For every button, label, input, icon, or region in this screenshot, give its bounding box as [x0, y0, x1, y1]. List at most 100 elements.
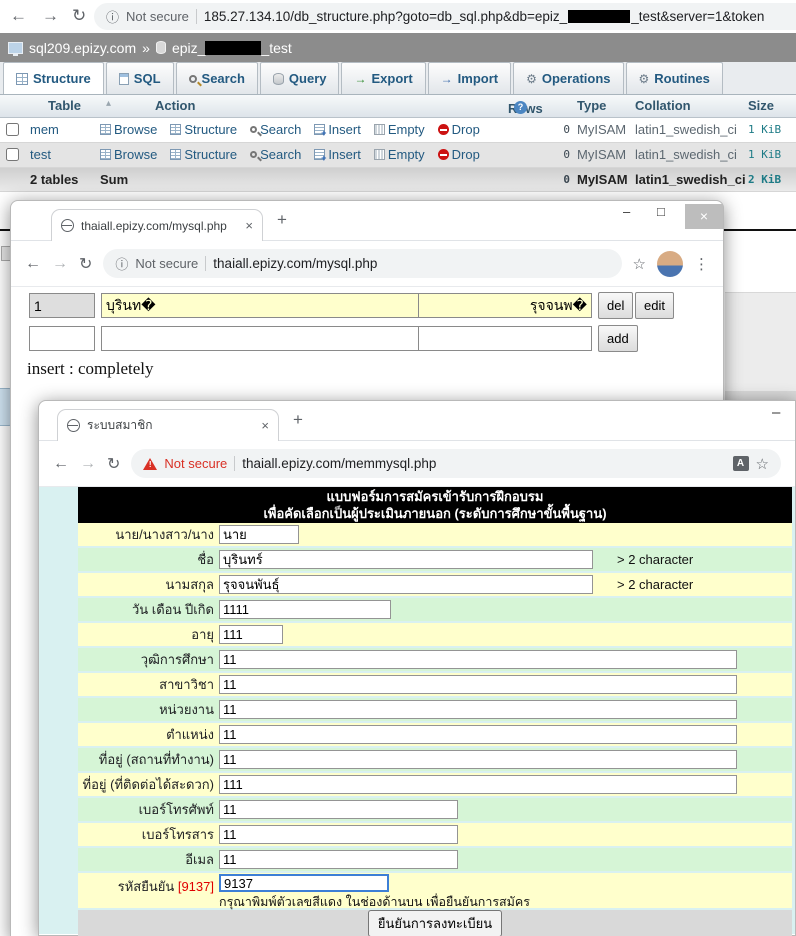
edit-button[interactable]: edit — [635, 292, 674, 319]
maximize-button[interactable]: □ — [657, 204, 665, 219]
empty-link[interactable]: Empty — [374, 122, 425, 137]
forward-icon[interactable]: → — [52, 255, 68, 273]
main-address-bar[interactable]: ⓘ Not secure 185.27.134.10/db_structure.… — [94, 3, 796, 30]
close-button[interactable]: × — [685, 204, 723, 229]
table-name-link[interactable]: mem — [30, 122, 59, 137]
work-address-field[interactable] — [219, 750, 737, 769]
empty-link[interactable]: Empty — [374, 147, 425, 162]
first-name-field[interactable] — [219, 550, 593, 569]
first-name-field[interactable] — [101, 293, 419, 318]
col-size[interactable]: Size — [748, 98, 774, 113]
minimize-button[interactable]: – — [623, 204, 630, 219]
address-bar[interactable]: Not secure thaiall.epizy.com/memmysql.ph… — [131, 449, 781, 478]
menu-icon[interactable]: ⋮ — [694, 255, 709, 273]
submit-button[interactable]: ยืนยันการลงทะเบียน — [368, 910, 502, 936]
add-button[interactable]: add — [598, 325, 638, 352]
major-field[interactable] — [219, 675, 737, 694]
info-icon[interactable]: ⓘ — [115, 254, 128, 273]
tab-sql[interactable]: SQL — [106, 62, 174, 94]
contact-address-field[interactable] — [219, 775, 737, 794]
new-first-name-field[interactable] — [101, 326, 419, 351]
routines-icon: ⚙ — [639, 73, 650, 85]
reload-icon[interactable]: ↻ — [72, 5, 86, 27]
new-last-name-field[interactable] — [418, 326, 592, 351]
organization-field[interactable] — [219, 700, 737, 719]
email-field[interactable] — [219, 850, 458, 869]
profile-avatar[interactable] — [657, 251, 683, 277]
title-field[interactable] — [219, 525, 299, 544]
col-collation[interactable]: Collation — [635, 98, 691, 113]
tab-query[interactable]: Query — [260, 62, 340, 94]
tab-operations[interactable]: ⚙Operations — [513, 62, 623, 94]
globe-icon — [67, 419, 80, 432]
drop-link[interactable]: Drop — [438, 147, 480, 162]
search-link[interactable]: Search — [250, 122, 301, 137]
bookmark-star-icon[interactable]: ☆ — [633, 255, 646, 273]
table-row: test Browse Structure Search Insert Empt… — [0, 143, 796, 168]
search-icon — [250, 151, 257, 158]
browser-tab[interactable]: thaiall.epizy.com/mysql.php × — [51, 209, 263, 241]
row-collation: latin1_swedish_ci — [635, 147, 737, 162]
record-id-field[interactable] — [29, 293, 95, 318]
insert-icon — [314, 124, 325, 135]
row-checkbox[interactable] — [6, 148, 19, 161]
position-field[interactable] — [219, 725, 737, 744]
last-name-field[interactable] — [418, 293, 592, 318]
breadcrumb-database[interactable]: epiz__test — [172, 40, 292, 56]
captcha-field[interactable] — [219, 874, 389, 892]
help-icon[interactable]: ? — [514, 101, 527, 114]
col-type[interactable]: Type — [577, 98, 606, 113]
tab-routines[interactable]: ⚙Routines — [626, 62, 723, 94]
info-icon[interactable]: ⓘ — [106, 7, 119, 26]
col-table[interactable]: Table — [48, 98, 81, 113]
minimize-button[interactable]: – — [772, 404, 780, 421]
warning-icon[interactable] — [143, 458, 157, 470]
birthdate-field[interactable] — [219, 600, 391, 619]
translate-icon[interactable]: A — [733, 456, 749, 471]
insert-link[interactable]: Insert — [314, 122, 361, 137]
row-checkbox[interactable] — [6, 123, 19, 136]
redaction-box — [205, 41, 261, 55]
forward-icon[interactable]: → — [80, 455, 96, 473]
del-button[interactable]: del — [598, 292, 633, 319]
tab-structure[interactable]: Structure — [3, 62, 104, 94]
reload-icon[interactable]: ↻ — [107, 454, 120, 474]
empty-icon — [374, 149, 385, 160]
age-field[interactable] — [219, 625, 283, 644]
page-content: แบบฟอร์มการสมัครเข้ารับการฝึกอบรม เพื่อค… — [39, 487, 795, 934]
insert-link[interactable]: Insert — [314, 147, 361, 162]
row-size: 1 KiB — [748, 148, 781, 161]
browser-toolbar: ← → ↻ ⓘ Not secure thaiall.epizy.com/mys… — [11, 241, 723, 287]
search-link[interactable]: Search — [250, 147, 301, 162]
breadcrumb-server[interactable]: sql209.epizy.com — [29, 40, 136, 56]
phone-field[interactable] — [219, 800, 458, 819]
tab-close-icon[interactable]: × — [245, 218, 253, 233]
new-id-field[interactable] — [29, 326, 95, 351]
structure-link[interactable]: Structure — [170, 122, 237, 137]
tab-search[interactable]: Search — [176, 62, 258, 94]
bookmark-star-icon[interactable]: ☆ — [756, 455, 769, 473]
table-name-link[interactable]: test — [30, 147, 51, 162]
field-label: ที่อยู่ (ที่ติดต่อได้สะดวก) — [78, 778, 219, 792]
browse-link[interactable]: Browse — [100, 122, 157, 137]
browse-link[interactable]: Browse — [100, 147, 157, 162]
tab-import[interactable]: →Import — [428, 62, 511, 94]
tab-close-icon[interactable]: × — [261, 418, 269, 433]
new-tab-button[interactable]: + — [277, 210, 287, 230]
back-icon[interactable]: ← — [53, 455, 69, 473]
last-name-field[interactable] — [219, 575, 593, 594]
forward-icon[interactable]: → — [42, 5, 59, 27]
drop-link[interactable]: Drop — [438, 122, 480, 137]
fax-field[interactable] — [219, 825, 458, 844]
address-bar[interactable]: ⓘ Not secure thaiall.epizy.com/mysql.php — [103, 249, 621, 278]
structure-link[interactable]: Structure — [170, 147, 237, 162]
tab-export[interactable]: →Export — [341, 62, 425, 94]
reload-icon[interactable]: ↻ — [79, 254, 92, 274]
new-tab-button[interactable]: + — [293, 410, 303, 430]
back-icon[interactable]: ← — [10, 5, 27, 27]
submit-row: ยืนยันการลงทะเบียน — [78, 910, 792, 936]
education-field[interactable] — [219, 650, 737, 669]
pma-tab-bar: Structure SQL Search Query →Export →Impo… — [0, 62, 796, 95]
back-icon[interactable]: ← — [25, 255, 41, 273]
browser-tab[interactable]: ระบบสมาชิก × — [57, 409, 279, 441]
